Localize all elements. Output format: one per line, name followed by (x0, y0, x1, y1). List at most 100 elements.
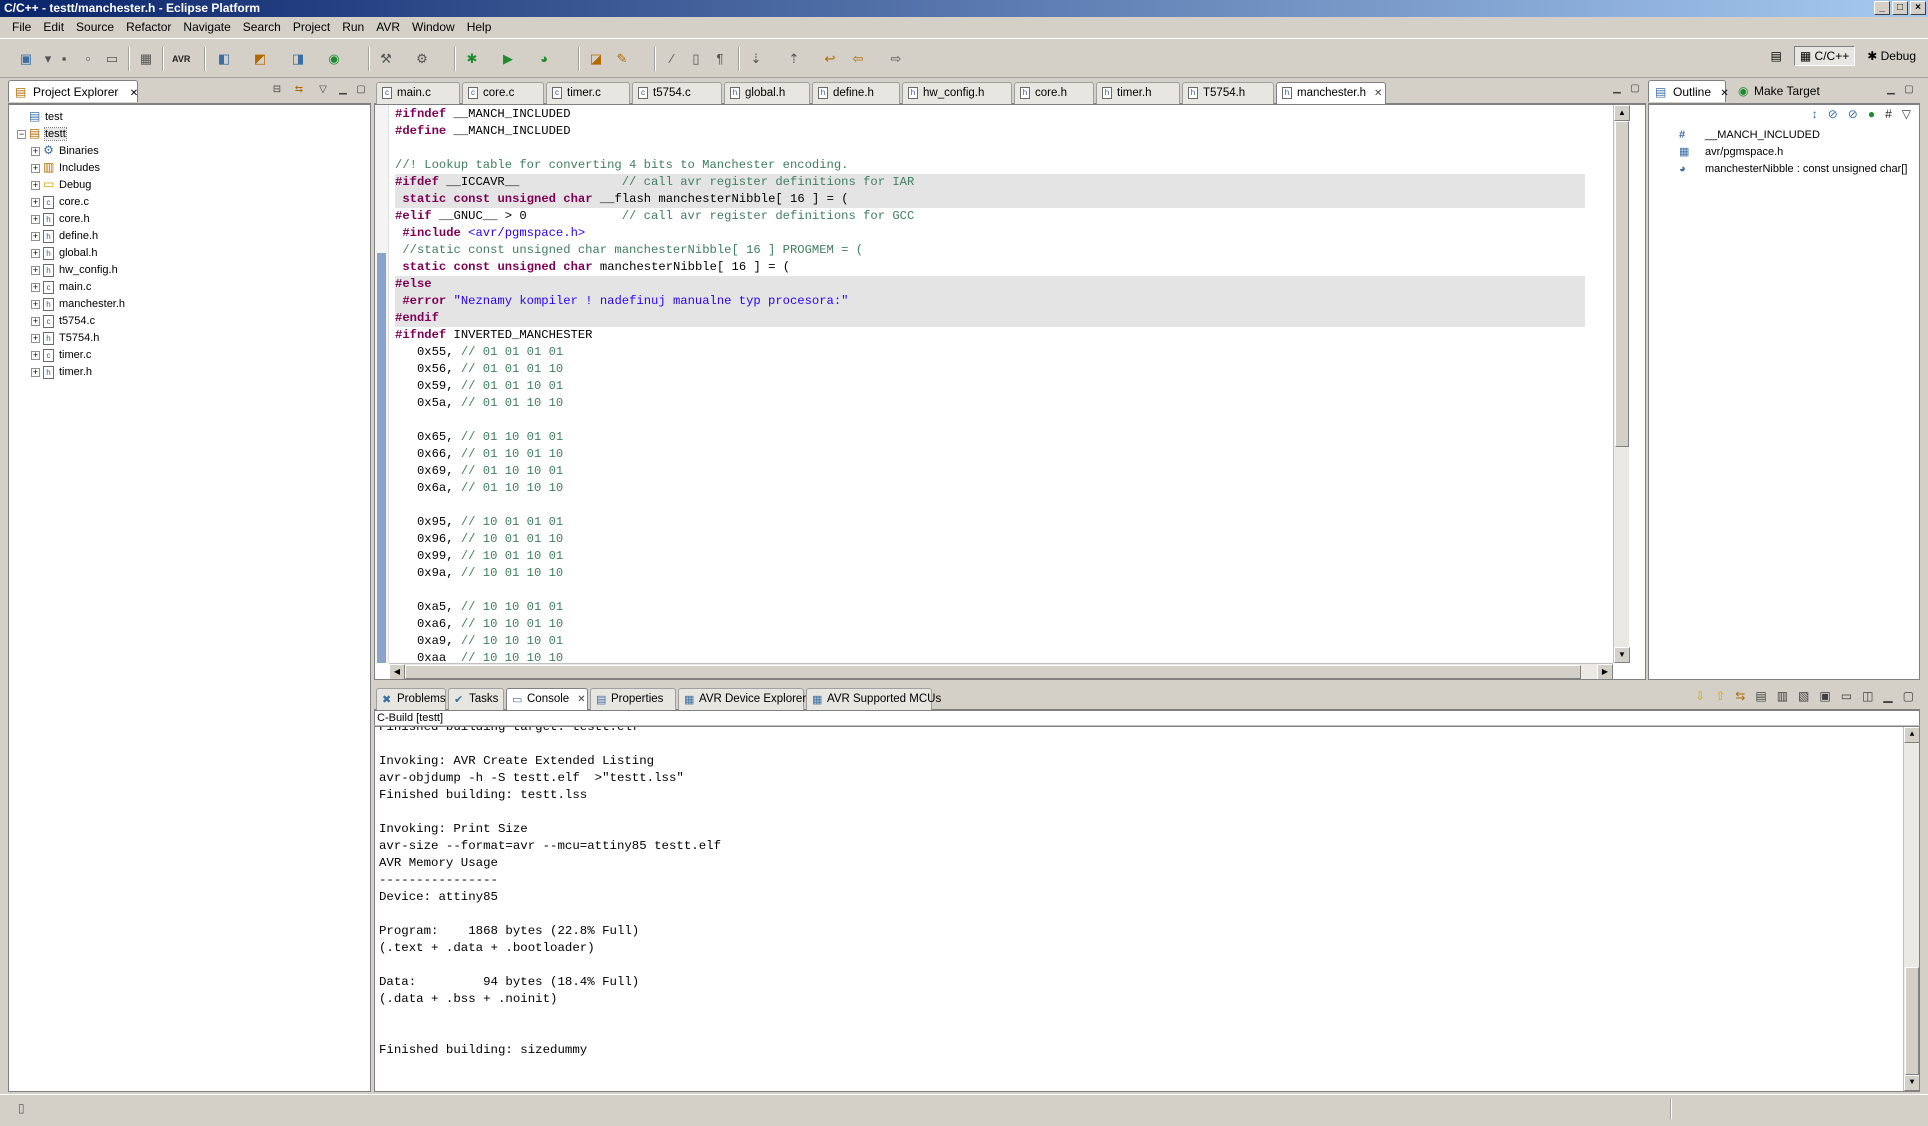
new-console-icon[interactable]: ◫ (1862, 689, 1873, 703)
paragraph-icon[interactable]: ¶ (712, 51, 728, 67)
tree-item-manchester-h[interactable]: + h manchester.h (31, 296, 125, 313)
menu-file[interactable]: File (6, 20, 37, 34)
editor-hscroll[interactable]: ◀ ▶ (389, 663, 1613, 679)
menu-search[interactable]: Search (237, 20, 287, 34)
menu-refactor[interactable]: Refactor (120, 20, 177, 34)
external-tools-icon[interactable]: ◕ (536, 51, 552, 67)
menu-avr[interactable]: AVR (370, 20, 406, 34)
close-icon[interactable]: ✕ (1720, 88, 1728, 99)
scroll-right-icon[interactable]: ▶ (1597, 664, 1613, 679)
code-editor[interactable]: #ifndef __MANCH_INCLUDED #define __MANCH_… (374, 104, 1646, 680)
editor-vscroll[interactable]: ▲ ▼ (1613, 105, 1630, 663)
expand-icon[interactable]: + (31, 333, 40, 343)
tree-item-global-h[interactable]: + h global.h (31, 245, 98, 262)
editor-tab-t5754-c[interactable]: c t5754.c (632, 82, 722, 104)
build-config-icon[interactable]: ⚙ (414, 51, 430, 67)
build-binary-icon[interactable]: ▦ (138, 51, 154, 67)
outline-maximize-icon[interactable]: ▢ (1902, 84, 1916, 96)
expand-icon[interactable]: + (31, 146, 40, 156)
perspective-cpp[interactable]: ▦ C/C++ (1793, 46, 1856, 66)
fast-view-icon[interactable]: ▯ (18, 1101, 25, 1115)
run-icon[interactable]: ▶ (500, 51, 516, 67)
print-icon[interactable]: ▭ (104, 51, 120, 67)
expand-icon[interactable]: + (31, 299, 40, 309)
tree-item-debug[interactable]: + ▭ Debug (31, 177, 91, 194)
close-icon[interactable]: ✕ (1374, 88, 1382, 99)
search-icon[interactable]: ✎ (614, 51, 630, 67)
tab-project-explorer[interactable]: ▤ Project Explorer ✕ (8, 80, 138, 102)
editor-tab-main-c[interactable]: c main.c (376, 82, 460, 104)
new-folder-icon[interactable]: ◩ (252, 51, 268, 67)
editor-tab-core-h[interactable]: h core.h (1014, 82, 1094, 104)
menu-project[interactable]: Project (287, 20, 336, 34)
expand-icon[interactable]: + (31, 214, 40, 224)
scroll-left-icon[interactable]: ◀ (389, 664, 405, 679)
editor-tab-hw-config-h[interactable]: h hw_config.h (902, 82, 1012, 104)
menu-navigate[interactable]: Navigate (177, 20, 236, 34)
new-icon[interactable]: ▣ (18, 51, 34, 67)
bottom-tab-avr-supported-mcus[interactable]: ▦ AVR Supported MCUs (806, 688, 941, 710)
console-output[interactable]: ▲ ▼ Finished building target: testt.elf I… (374, 726, 1920, 1092)
avr-upload-icon[interactable]: AVR (172, 51, 190, 67)
minimize-view-icon[interactable]: ▁ (336, 84, 350, 96)
collapse-icon[interactable]: − (17, 129, 26, 139)
console-scroll-thumb[interactable] (1905, 967, 1919, 1075)
sort-icon[interactable]: ↕ (1812, 107, 1818, 121)
build-hammer-icon[interactable]: ⚒ (378, 51, 394, 67)
toggle-mark-icon[interactable]: ⁄ (664, 51, 680, 67)
minimize-button[interactable]: _ (1874, 1, 1890, 15)
outline-view-menu-icon[interactable]: ▽ (1902, 107, 1911, 121)
menu-run[interactable]: Run (336, 20, 370, 34)
console-maximize-icon[interactable]: ▢ (1903, 689, 1914, 703)
new-class-icon[interactable]: ◉ (326, 51, 342, 67)
outline-item-macro[interactable]: # __MANCH_INCLUDED (1679, 127, 1820, 144)
tree-item-t5754-h[interactable]: + h T5754.h (31, 330, 99, 347)
perspective-debug[interactable]: ✱ Debug (1861, 46, 1922, 66)
forward-icon[interactable]: ⇨ (888, 51, 904, 67)
hide-fields-icon[interactable]: ⊘ (1828, 107, 1838, 121)
outline-minimize-icon[interactable]: ▁ (1884, 84, 1898, 96)
expand-icon[interactable]: + (31, 197, 40, 207)
editor-tab-t5754-h[interactable]: h T5754.h (1182, 82, 1274, 104)
close-icon[interactable]: ✕ (130, 88, 138, 99)
debug-icon[interactable]: ✱ (464, 51, 480, 67)
new-source-icon[interactable]: ◨ (290, 51, 306, 67)
outline-item-include[interactable]: ▦ avr/pgmspace.h (1679, 144, 1783, 161)
back-icon[interactable]: ⇦ (850, 51, 866, 67)
editor-minimize-icon[interactable]: ▁ (1610, 83, 1624, 95)
menu-edit[interactable]: Edit (37, 20, 70, 34)
display-console-icon[interactable]: ▭ (1841, 689, 1852, 703)
next-error-icon[interactable]: ⇩ (1695, 689, 1705, 703)
new-project-icon[interactable]: ◧ (216, 51, 232, 67)
scroll-lock-icon[interactable]: ⇆ (1735, 689, 1745, 703)
bottom-tab-problems[interactable]: ✖ Problems (376, 688, 446, 710)
hash-icon[interactable]: # (1885, 107, 1892, 121)
menu-window[interactable]: Window (406, 20, 461, 34)
close-button[interactable]: × (1910, 1, 1926, 15)
prev-error-icon[interactable]: ⇧ (1715, 689, 1725, 703)
close-icon[interactable]: ✕ (577, 694, 585, 705)
tree-item-core-c[interactable]: + c core.c (31, 194, 89, 211)
tree-item-main-c[interactable]: + c main.c (31, 279, 91, 296)
console-minimize-icon[interactable]: ▁ (1883, 689, 1892, 703)
expand-icon[interactable]: + (31, 231, 40, 241)
scroll-up-icon[interactable]: ▲ (1904, 727, 1919, 743)
maximize-button[interactable]: □ (1892, 1, 1908, 15)
expand-icon[interactable]: + (31, 367, 40, 377)
tab-outline[interactable]: ▤ Outline ✕ (1648, 80, 1729, 102)
editor-tab-core-c[interactable]: c core.c (462, 82, 544, 104)
clear-console-icon[interactable]: ▤ (1755, 689, 1766, 703)
editor-tab-timer-h[interactable]: h timer.h (1096, 82, 1180, 104)
menu-source[interactable]: Source (70, 20, 120, 34)
tree-item-timer-c[interactable]: + c timer.c (31, 347, 91, 364)
bottom-tab-tasks[interactable]: ✔ Tasks (448, 688, 504, 710)
expand-icon[interactable]: + (31, 282, 40, 292)
show-whitespace-icon[interactable]: ▯ (688, 51, 704, 67)
last-edit-icon[interactable]: ↩ (822, 51, 838, 67)
view-menu-icon[interactable]: ▽ (316, 84, 330, 96)
editor-tab-manchester-h[interactable]: h manchester.h ✕ (1276, 82, 1386, 105)
hide-static-icon[interactable]: ⊘ (1848, 107, 1858, 121)
collapse-all-icon[interactable]: ⊟ (270, 84, 284, 96)
pin-console-icon[interactable]: ▥ (1777, 689, 1788, 703)
expand-icon[interactable]: + (31, 350, 40, 360)
